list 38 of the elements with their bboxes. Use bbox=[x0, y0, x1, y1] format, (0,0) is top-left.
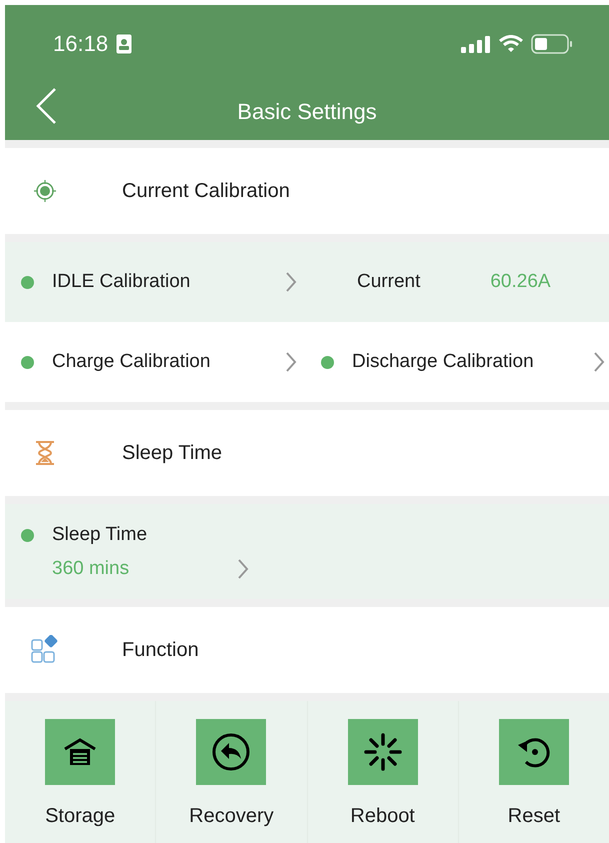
section-title: Sleep Time bbox=[122, 442, 222, 464]
sleep-time-item[interactable]: Sleep Time 360 mins bbox=[5, 504, 609, 599]
battery-icon bbox=[531, 34, 573, 54]
chevron-icon bbox=[285, 351, 297, 373]
function-button[interactable]: Reboot bbox=[308, 701, 459, 843]
function-button[interactable]: Reset bbox=[458, 701, 609, 843]
bullet-dot bbox=[21, 528, 34, 542]
bullet-dot bbox=[21, 356, 34, 368]
chevron-icon bbox=[593, 351, 605, 373]
back-icon[interactable] bbox=[35, 87, 57, 125]
function-button[interactable]: Recovery bbox=[156, 701, 308, 843]
bullet-dot bbox=[21, 276, 34, 288]
function-label: Reboot bbox=[350, 805, 415, 828]
page-title: Basic Settings bbox=[237, 98, 377, 124]
section-title: Function bbox=[122, 638, 199, 662]
sleep-time-value: 360 mins bbox=[52, 558, 130, 580]
sleep-time-label: Sleep Time bbox=[52, 524, 148, 546]
function-button[interactable]: Storage bbox=[5, 701, 156, 843]
chevron-icon bbox=[285, 271, 297, 293]
wifi-icon bbox=[499, 35, 523, 53]
charge-calibration-item[interactable]: Charge Calibration bbox=[5, 351, 305, 373]
chevron-icon bbox=[237, 558, 250, 580]
undo-circle-icon bbox=[211, 732, 252, 772]
function-label: Recovery bbox=[189, 805, 274, 828]
section-title: Current Calibration bbox=[122, 180, 290, 202]
current-value: 60.26A bbox=[490, 271, 551, 293]
spinner-icon bbox=[362, 732, 403, 772]
idle-calibration-item[interactable]: IDLE Calibration bbox=[5, 271, 305, 293]
current-label: Current bbox=[357, 271, 420, 293]
garage-icon bbox=[62, 737, 98, 767]
signal-icon bbox=[461, 35, 491, 53]
grid-icon bbox=[30, 635, 60, 665]
bullet-dot bbox=[321, 356, 334, 368]
function-label: Storage bbox=[45, 805, 116, 828]
discharge-calibration-item[interactable]: Discharge Calibration bbox=[305, 351, 609, 373]
contact-card-icon bbox=[116, 34, 132, 54]
status-time: 16:18 bbox=[53, 31, 108, 57]
function-label: Reset bbox=[508, 805, 560, 828]
